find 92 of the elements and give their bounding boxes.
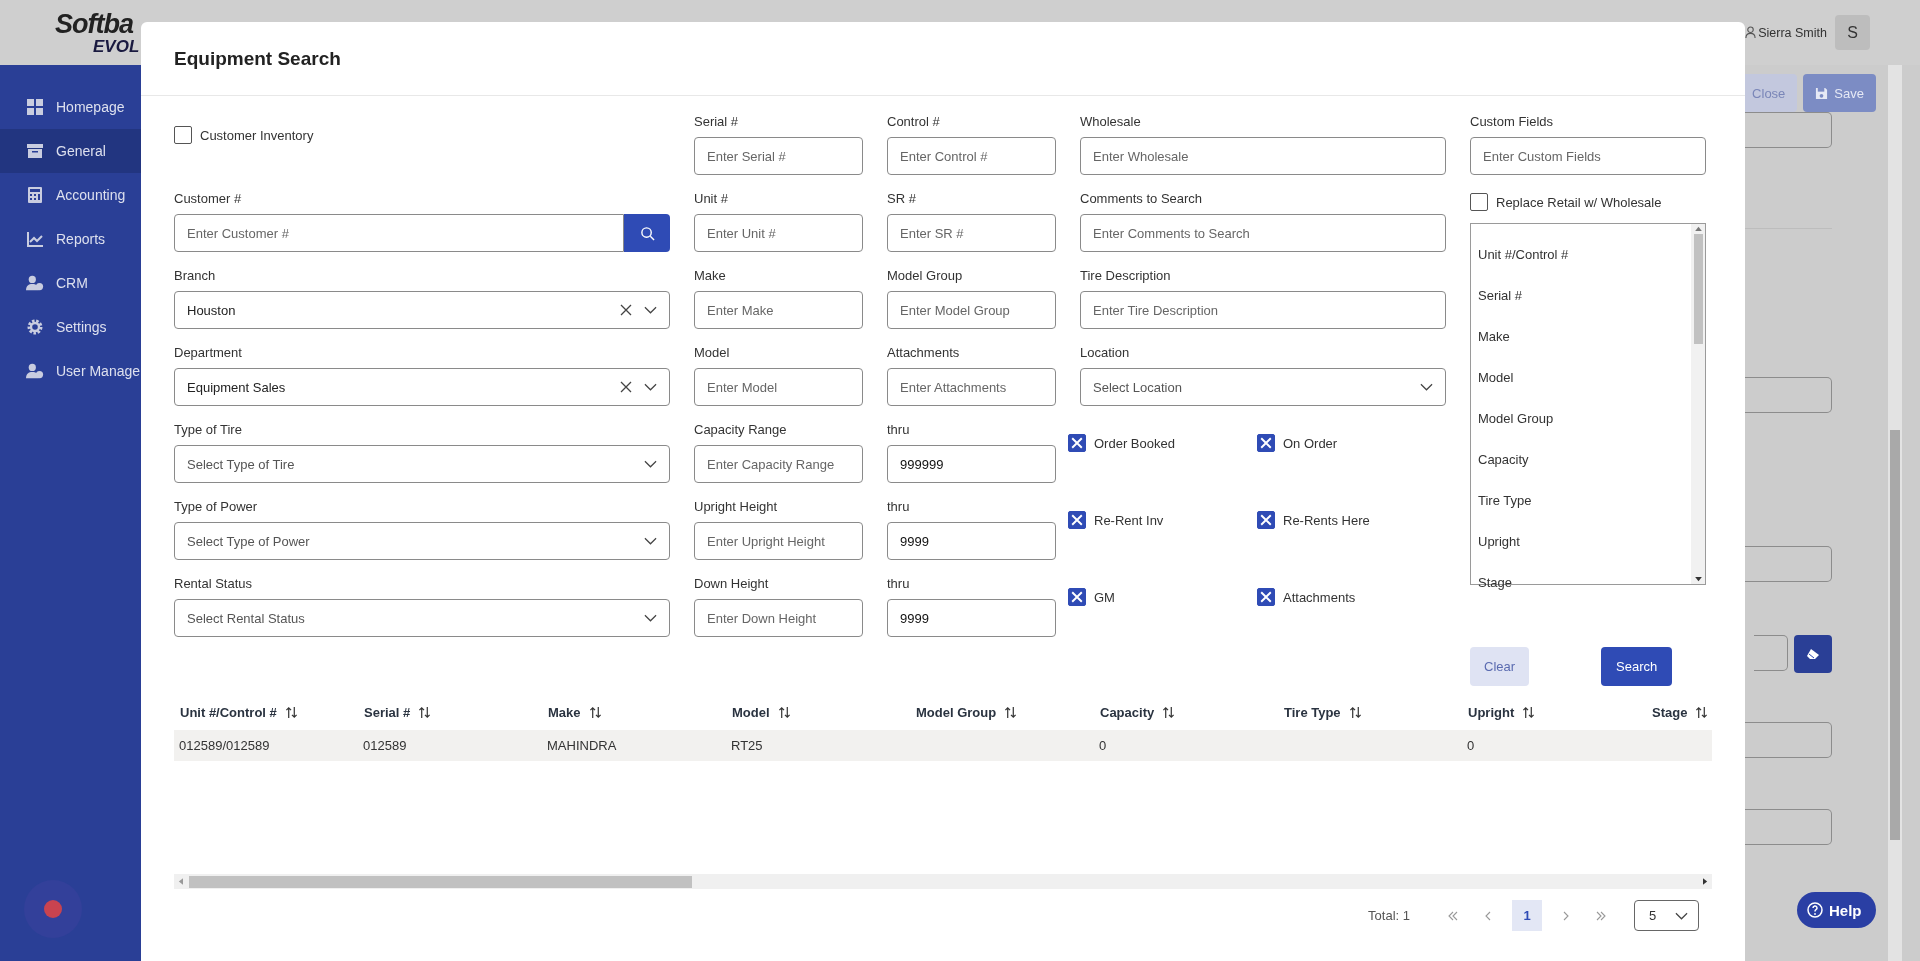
input-field[interactable]: 9999 — [887, 522, 1056, 560]
field-label: Unit # — [694, 191, 729, 208]
list-option[interactable]: Serial # — [1471, 275, 1691, 316]
list-option[interactable]: Model Group — [1471, 398, 1691, 439]
select-field[interactable]: Select Type of Power — [174, 522, 670, 560]
field-label: Tire Description — [1080, 268, 1172, 285]
column-header[interactable]: Upright — [1468, 704, 1515, 720]
field-label: Upright Height — [694, 499, 779, 516]
checkbox-label: Order Booked — [1094, 435, 1175, 451]
list-option[interactable]: Upright — [1471, 521, 1691, 562]
input-field[interactable]: Enter Model Group — [887, 291, 1056, 329]
column-header[interactable]: Tire Type — [1284, 704, 1341, 720]
page-button[interactable]: 1 — [1512, 900, 1542, 931]
user-avatar[interactable]: S — [1835, 15, 1870, 50]
field-label: Attachments — [887, 345, 961, 362]
checkbox-label: Attachments — [1283, 589, 1356, 605]
list-option[interactable]: Stage — [1471, 562, 1691, 603]
table-cell: 012589/012589 — [179, 738, 270, 753]
checkbox-label: Replace Retail w/ Wholesale — [1496, 194, 1662, 210]
field-label: Branch — [174, 268, 217, 285]
user-name: Sierra Smith — [1758, 25, 1827, 40]
clear-button[interactable]: Clear — [1470, 647, 1530, 686]
field-label: thru — [887, 499, 911, 516]
field-label: Control # — [887, 114, 941, 131]
sidebar-item[interactable]: Homepage — [0, 85, 265, 129]
column-header[interactable]: Model Group — [916, 704, 997, 720]
help-button[interactable]: Help — [1797, 892, 1876, 928]
select-field[interactable]: Select Type of Tire — [174, 445, 670, 483]
field-label: Model Group — [887, 268, 964, 285]
checkbox-label: GM — [1094, 589, 1115, 605]
field-label: Serial # — [694, 114, 740, 131]
list-option[interactable]: Capacity — [1471, 439, 1691, 480]
page-size-select[interactable]: 5 — [1634, 900, 1699, 931]
list-option[interactable]: Model — [1471, 357, 1691, 398]
field-label: Custom Fields — [1470, 114, 1555, 131]
field-label: Type of Tire — [174, 422, 243, 439]
field-label: Wholesale — [1080, 114, 1142, 131]
field-label: thru — [887, 422, 911, 439]
search-button[interactable]: Search — [1601, 647, 1673, 686]
list-option[interactable]: Unit #/Control # — [1471, 234, 1691, 275]
input-field[interactable]: Enter Customer # — [174, 214, 624, 252]
input-field[interactable]: 999999 — [887, 445, 1056, 483]
field-label: thru — [887, 576, 911, 593]
checkbox-label: Re-Rents Here — [1283, 512, 1370, 528]
input-field[interactable]: Enter Custom Fields — [1470, 137, 1706, 175]
field-label: Model — [694, 345, 731, 362]
field-label: Rental Status — [174, 576, 254, 593]
column-header[interactable]: Make — [548, 704, 581, 720]
field-label: Department — [174, 345, 243, 362]
table-cell: 0 — [1467, 738, 1475, 753]
dialog-title: Equipment Search — [174, 47, 341, 70]
total-count: Total: 1 — [1368, 908, 1410, 923]
logo: Softba EVOL — [55, 10, 140, 55]
input-field[interactable]: Enter SR # — [887, 214, 1056, 252]
column-header[interactable]: Serial # — [364, 704, 411, 720]
checkbox-label: On Order — [1283, 435, 1338, 451]
table-cell: RT25 — [731, 738, 763, 753]
input-field[interactable]: Enter Unit # — [694, 214, 863, 252]
field-label: Type of Power — [174, 499, 259, 516]
select-field[interactable]: Select Rental Status — [174, 599, 670, 637]
input-field[interactable]: Enter Down Height — [694, 599, 863, 637]
input-field[interactable]: Enter Attachments — [887, 368, 1056, 406]
input-field[interactable]: Enter Comments to Search — [1080, 214, 1446, 252]
input-field[interactable]: Enter Upright Height — [694, 522, 863, 560]
select-field[interactable]: Houston — [174, 291, 670, 329]
field-label: Down Height — [694, 576, 770, 593]
list-option[interactable]: Tire Type — [1471, 480, 1691, 521]
table-cell: 012589 — [363, 738, 407, 753]
column-header[interactable]: Stage — [1652, 704, 1688, 720]
field-label: SR # — [887, 191, 917, 208]
table-cell: MAHINDRA — [547, 738, 617, 753]
table-cell: 0 — [1099, 738, 1107, 753]
input-field[interactable]: Enter Make — [694, 291, 863, 329]
input-field[interactable]: Enter Capacity Range — [694, 445, 863, 483]
checkbox-label: Re-Rent Inv — [1094, 512, 1164, 528]
select-field[interactable]: Equipment Sales — [174, 368, 670, 406]
field-label: Location — [1080, 345, 1131, 362]
field-label: Capacity Range — [694, 422, 788, 439]
field-label: Comments to Search — [1080, 191, 1204, 208]
field-label: Customer # — [174, 191, 243, 208]
input-field[interactable]: Enter Control # — [887, 137, 1056, 175]
column-header[interactable]: Model — [732, 704, 770, 720]
column-header[interactable]: Capacity — [1100, 704, 1155, 720]
input-field[interactable]: 9999 — [887, 599, 1056, 637]
input-field[interactable]: Enter Wholesale — [1080, 137, 1446, 175]
field-label: Make — [694, 268, 727, 285]
select-field[interactable]: Select Location — [1080, 368, 1446, 406]
input-field[interactable]: Enter Model — [694, 368, 863, 406]
list-option[interactable]: Make — [1471, 316, 1691, 357]
input-field[interactable]: Enter Tire Description — [1080, 291, 1446, 329]
input-field[interactable]: Enter Serial # — [694, 137, 863, 175]
column-header[interactable]: Unit #/Control # — [180, 704, 277, 720]
